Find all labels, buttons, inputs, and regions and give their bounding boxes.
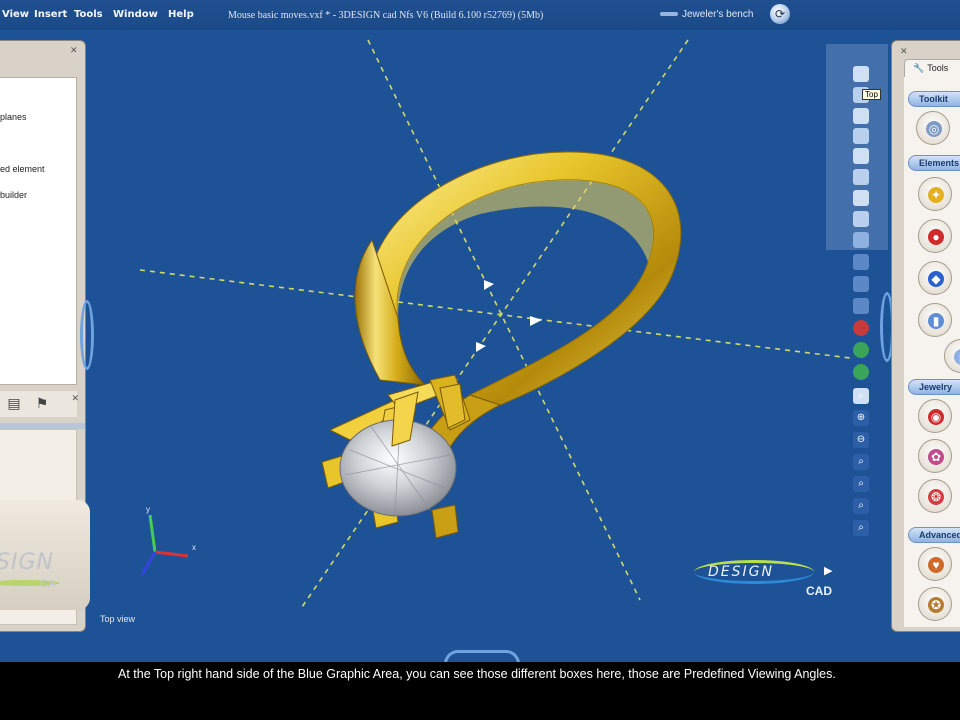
bench-icon: [660, 12, 678, 17]
tree-tab-icon[interactable]: ▤: [5, 394, 23, 412]
workspace-selector[interactable]: Jeweler's bench: [660, 9, 753, 20]
rotate-y-icon[interactable]: [853, 276, 869, 292]
window-title: Mouse basic moves.vxf * - 3DESIGN cad Nf…: [228, 10, 544, 21]
view-front-icon[interactable]: [853, 108, 869, 124]
view-left-icon[interactable]: [853, 148, 869, 164]
tools-panel: Toolkit ◎ Elements ✦ ● ◆ ▮ ▯ Jewelry ◉ ✿…: [904, 77, 960, 627]
view-top-icon[interactable]: [853, 66, 869, 82]
caption-text: At the Top right hand side of the Blue G…: [118, 667, 836, 681]
tab-tools[interactable]: 🔧 Tools: [904, 59, 960, 77]
tooltip: Top: [862, 89, 881, 100]
workspace-label: Jeweler's bench: [682, 9, 754, 20]
menu-tools[interactable]: Tools: [74, 9, 103, 20]
zoom-window-icon[interactable]: ⌕: [853, 388, 869, 404]
view-right-icon[interactable]: [853, 169, 869, 185]
refresh-icon[interactable]: ⟳: [770, 4, 790, 24]
zoom-out-icon[interactable]: ⊖: [853, 432, 869, 448]
menu-insert[interactable]: Insert: [34, 9, 67, 20]
menu-window[interactable]: Window: [113, 9, 158, 20]
zoom-in-icon[interactable]: ⊕: [853, 410, 869, 426]
left-lower-panel: SIGN CA: [0, 429, 90, 625]
section-elements[interactable]: Elements: [908, 155, 960, 171]
section-toolkit[interactable]: Toolkit: [908, 91, 960, 107]
zoom-prev-icon[interactable]: ⌕: [853, 498, 869, 514]
list-item[interactable]: planes: [0, 112, 27, 122]
green-sphere-icon[interactable]: [853, 364, 869, 380]
list-item[interactable]: ed element: [0, 164, 45, 174]
brand-logo: SIGN CA: [0, 500, 90, 610]
construction-lines: [139, 39, 851, 611]
green-sphere-icon[interactable]: [853, 342, 869, 358]
element-tool-button[interactable]: ◆: [918, 261, 952, 295]
left-panel-tabs: ▤ ⚑: [0, 391, 77, 417]
left-panel: ✕ planes ed element builder ▤ ⚑ ✕ SIGN C…: [0, 40, 90, 632]
view-persp-icon[interactable]: [853, 232, 869, 248]
wrench-icon: 🔧: [913, 63, 925, 73]
axis-y-label: y: [146, 505, 150, 514]
toolkit-ring-button[interactable]: ◎: [916, 111, 950, 145]
3design-logo: DESIGN ▶ CAD: [692, 554, 852, 604]
ring-model[interactable]: [321, 151, 682, 539]
left-panel-handle[interactable]: [80, 300, 94, 370]
advanced-tool-button[interactable]: ✪: [918, 587, 952, 621]
bottom-panel-handle[interactable]: [444, 650, 520, 662]
advanced-tool-button[interactable]: ♥: [918, 547, 952, 581]
play-arrow-icon: ▶: [824, 565, 833, 577]
section-jewelry[interactable]: Jewelry: [908, 379, 960, 395]
rotate-z-icon[interactable]: [853, 298, 869, 314]
element-tool-button[interactable]: ●: [918, 219, 952, 253]
menu-view[interactable]: View: [2, 9, 29, 20]
axis-triad: y x: [140, 505, 196, 576]
view-back-icon[interactable]: [853, 128, 869, 144]
history-tree[interactable]: planes ed element builder: [0, 77, 77, 385]
close-icon[interactable]: ✕: [70, 46, 79, 55]
element-tool-button[interactable]: ▯: [944, 339, 960, 373]
jewelry-tool-button[interactable]: ❂: [918, 479, 952, 513]
list-item[interactable]: builder: [0, 190, 27, 200]
axis-x-label: x: [192, 543, 196, 552]
application-window: y x Top view View Insert Tools Window He…: [0, 0, 960, 662]
zoom-fit-icon[interactable]: ⌕: [853, 454, 869, 470]
red-sphere-icon[interactable]: [853, 320, 869, 336]
view-iso-icon[interactable]: [853, 190, 869, 206]
menu-bar: View Insert Tools Window Help Mouse basi…: [0, 0, 960, 30]
jewelry-tool-button[interactable]: ✿: [918, 439, 952, 473]
element-tool-button[interactable]: ▮: [918, 303, 952, 337]
section-advanced[interactable]: Advanced: [908, 527, 960, 543]
zoom-all-icon[interactable]: ⌕: [853, 476, 869, 492]
rotate-x-icon[interactable]: [853, 254, 869, 270]
view-iso2-icon[interactable]: [853, 211, 869, 227]
element-tool-button[interactable]: ✦: [918, 177, 952, 211]
right-panel: ✕ 🔧Tools Toolkit ◎ Elements ✦ ● ◆ ▮ ▯ Je…: [891, 40, 960, 632]
close-icon[interactable]: ✕: [71, 393, 79, 404]
zoom-selection-icon[interactable]: ⌕: [853, 520, 869, 536]
checker-tab-icon[interactable]: ⚑: [33, 394, 51, 412]
menu-help[interactable]: Help: [168, 9, 194, 20]
jewelry-tool-button[interactable]: ◉: [918, 399, 952, 433]
view-name-label: Top view: [100, 614, 136, 624]
caption-bar: At the Top right hand side of the Blue G…: [0, 662, 960, 720]
close-icon[interactable]: ✕: [900, 46, 908, 57]
